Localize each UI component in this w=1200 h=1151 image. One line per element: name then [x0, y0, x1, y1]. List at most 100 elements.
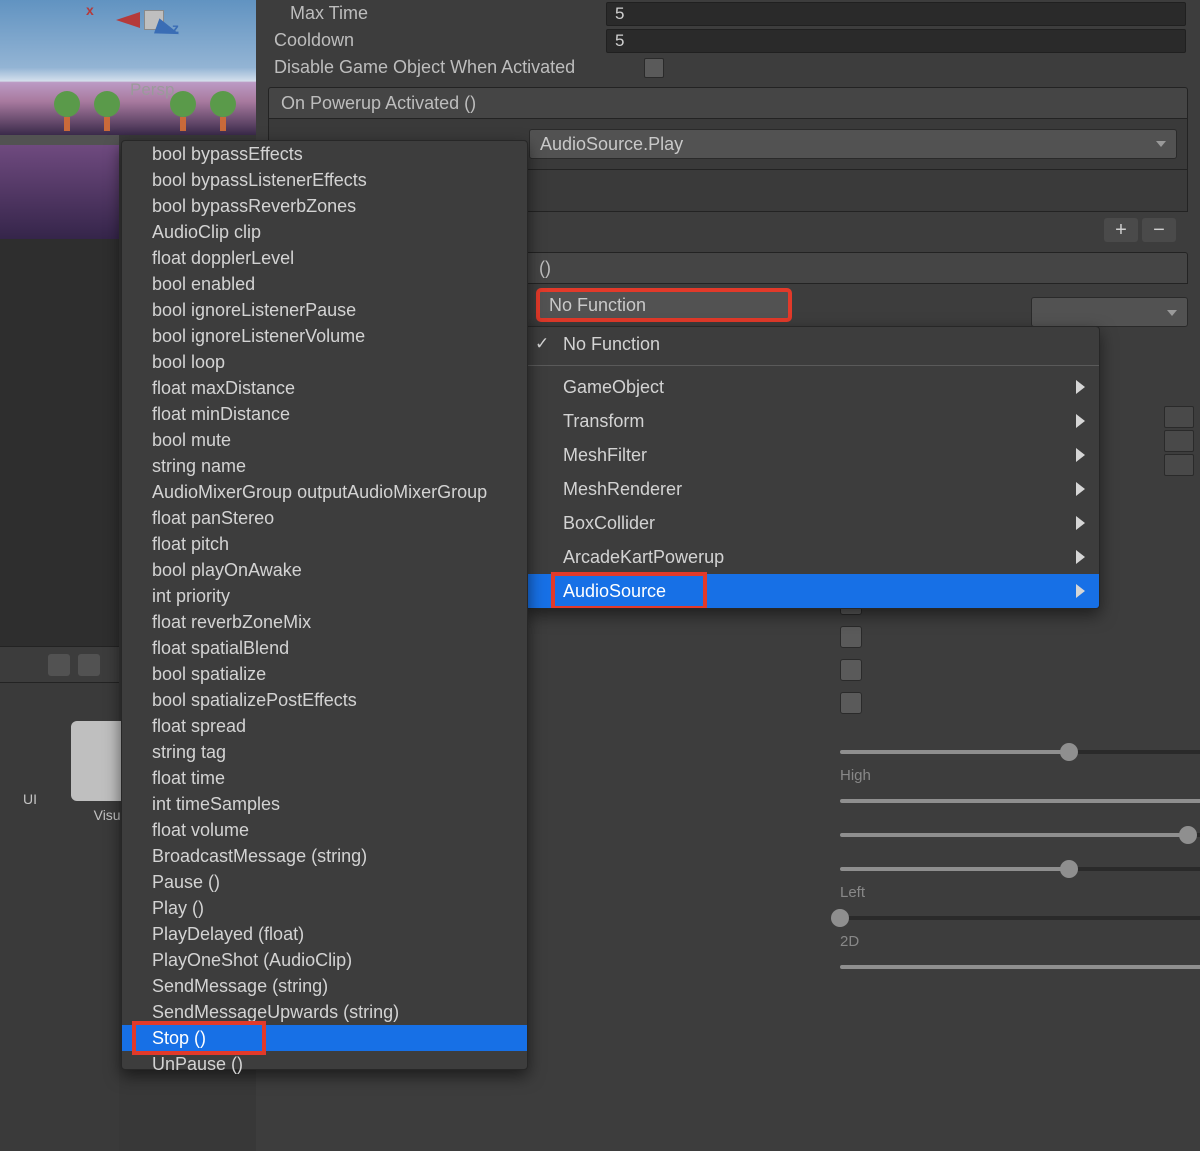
member-label: string name	[152, 456, 246, 477]
prop-max-time-field[interactable]: 5	[606, 2, 1186, 26]
member-item[interactable]: SendMessageUpwards (string)	[122, 999, 527, 1025]
audio-settings-controls: 128HighLow11.50LeftRight02D3D1	[840, 560, 1200, 984]
member-item[interactable]: float panStereo	[122, 505, 527, 531]
member-label: Stop ()	[152, 1028, 206, 1049]
member-label: float minDistance	[152, 404, 290, 425]
member-item[interactable]: float volume	[122, 817, 527, 843]
menu-item-label: GameObject	[563, 377, 664, 398]
member-item[interactable]: bool bypassListenerEffects	[122, 167, 527, 193]
checkbox[interactable]	[840, 659, 862, 681]
member-label: AudioMixerGroup outputAudioMixerGroup	[152, 482, 487, 503]
checkbox[interactable]	[840, 692, 862, 714]
context-icon[interactable]	[1164, 454, 1194, 476]
member-item[interactable]: PlayOneShot (AudioClip)	[122, 947, 527, 973]
member-item[interactable]: bool playOnAwake	[122, 557, 527, 583]
slider[interactable]: 1.5	[840, 818, 1200, 852]
member-label: bool spatialize	[152, 664, 266, 685]
member-item[interactable]: PlayDelayed (float)	[122, 921, 527, 947]
member-item[interactable]: Pause ()	[122, 869, 527, 895]
slider[interactable]: 1	[840, 950, 1200, 984]
menu-item-boxcollider[interactable]: BoxCollider	[525, 506, 1099, 540]
member-item[interactable]: bool ignoreListenerPause	[122, 297, 527, 323]
no-function-label: No Function	[549, 295, 646, 316]
member-item[interactable]: float spread	[122, 713, 527, 739]
member-item[interactable]: Play ()	[122, 895, 527, 921]
member-label: BroadcastMessage (string)	[152, 846, 367, 867]
member-item[interactable]: bool enabled	[122, 271, 527, 297]
context-icon[interactable]	[1164, 406, 1194, 428]
member-item[interactable]: bool bypassReverbZones	[122, 193, 527, 219]
slider[interactable]: 0	[840, 852, 1200, 886]
asset-label: UI	[0, 791, 60, 807]
asset-folder-ui[interactable]: UI	[0, 721, 60, 807]
menu-item-meshfilter[interactable]: MeshFilter	[525, 438, 1099, 472]
member-item[interactable]: AudioClip clip	[122, 219, 527, 245]
member-item[interactable]: UnPause ()	[122, 1051, 527, 1077]
event-on-activated-header[interactable]: On Powerup Activated ()	[268, 87, 1188, 119]
member-item[interactable]: int priority	[122, 583, 527, 609]
tag-icon[interactable]	[78, 654, 100, 676]
member-label: float reverbZoneMix	[152, 612, 311, 633]
member-label: bool spatializePostEffects	[152, 690, 357, 711]
member-item[interactable]: float reverbZoneMix	[122, 609, 527, 635]
member-item[interactable]: SendMessage (string)	[122, 973, 527, 999]
component-context-icons	[1164, 406, 1196, 476]
slider[interactable]: 0	[840, 901, 1200, 935]
member-label: float volume	[152, 820, 249, 841]
toolbar-icon[interactable]	[48, 654, 70, 676]
member-label: int timeSamples	[152, 794, 280, 815]
menu-item-arcadekartpowerup[interactable]: ArcadeKartPowerup	[525, 540, 1099, 574]
menu-item-no-function[interactable]: ✓ No Function	[525, 327, 1099, 361]
member-label: float time	[152, 768, 225, 789]
chevron-right-icon	[1076, 448, 1085, 462]
prop-disable-go-checkbox[interactable]	[644, 58, 664, 78]
prop-cooldown-field[interactable]: 5	[606, 29, 1186, 53]
member-label: bool bypassListenerEffects	[152, 170, 367, 191]
member-item[interactable]: float dopplerLevel	[122, 245, 527, 271]
prop-max-time-label: Max Time	[274, 3, 606, 24]
member-item[interactable]: float pitch	[122, 531, 527, 557]
member-item[interactable]: int timeSamples	[122, 791, 527, 817]
event-add-button[interactable]: +	[1104, 218, 1138, 242]
menu-item-audiosource[interactable]: AudioSource	[525, 574, 1099, 608]
member-item[interactable]: Stop ()	[122, 1025, 527, 1051]
projection-label[interactable]: Persp	[130, 80, 174, 100]
member-item[interactable]: float maxDistance	[122, 375, 527, 401]
member-item[interactable]: bool mute	[122, 427, 527, 453]
check-icon: ✓	[535, 334, 549, 354]
context-icon[interactable]	[1164, 430, 1194, 452]
member-label: float spatialBlend	[152, 638, 289, 659]
menu-item-meshrenderer[interactable]: MeshRenderer	[525, 472, 1099, 506]
checkbox[interactable]	[840, 626, 862, 648]
project-toolbar	[0, 646, 119, 683]
menu-item-gameobject[interactable]: GameObject	[525, 370, 1099, 404]
member-item[interactable]: float minDistance	[122, 401, 527, 427]
member-item[interactable]: float time	[122, 765, 527, 791]
member-item[interactable]: BroadcastMessage (string)	[122, 843, 527, 869]
chevron-right-icon	[1076, 414, 1085, 428]
orientation-gizmo[interactable]	[140, 6, 180, 46]
member-item[interactable]: float spatialBlend	[122, 635, 527, 661]
chevron-right-icon	[1076, 584, 1085, 598]
member-item[interactable]: AudioMixerGroup outputAudioMixerGroup	[122, 479, 527, 505]
member-item[interactable]: bool spatializePostEffects	[122, 687, 527, 713]
event-function-dropdown[interactable]: AudioSource.Play	[529, 129, 1177, 159]
axis-x-label: x	[86, 2, 94, 18]
chevron-down-icon	[1167, 310, 1177, 316]
member-label: Play ()	[152, 898, 204, 919]
member-item[interactable]: bool spatialize	[122, 661, 527, 687]
slider[interactable]: 128	[840, 735, 1200, 769]
slider[interactable]: 1	[840, 784, 1200, 818]
member-item[interactable]: bool bypassEffects	[122, 141, 527, 167]
member-item[interactable]: string name	[122, 453, 527, 479]
slider-range-labels: 2D3D	[840, 933, 1200, 950]
menu-item-transform[interactable]: Transform	[525, 404, 1099, 438]
member-item[interactable]: string tag	[122, 739, 527, 765]
no-function-dropdown[interactable]: No Function	[538, 290, 790, 320]
member-item[interactable]: bool loop	[122, 349, 527, 375]
member-item[interactable]: bool ignoreListenerVolume	[122, 323, 527, 349]
menu-item-label: MeshFilter	[563, 445, 647, 466]
event-remove-button[interactable]: −	[1142, 218, 1176, 242]
member-label: bool bypassEffects	[152, 144, 303, 165]
member-label: bool loop	[152, 352, 225, 373]
